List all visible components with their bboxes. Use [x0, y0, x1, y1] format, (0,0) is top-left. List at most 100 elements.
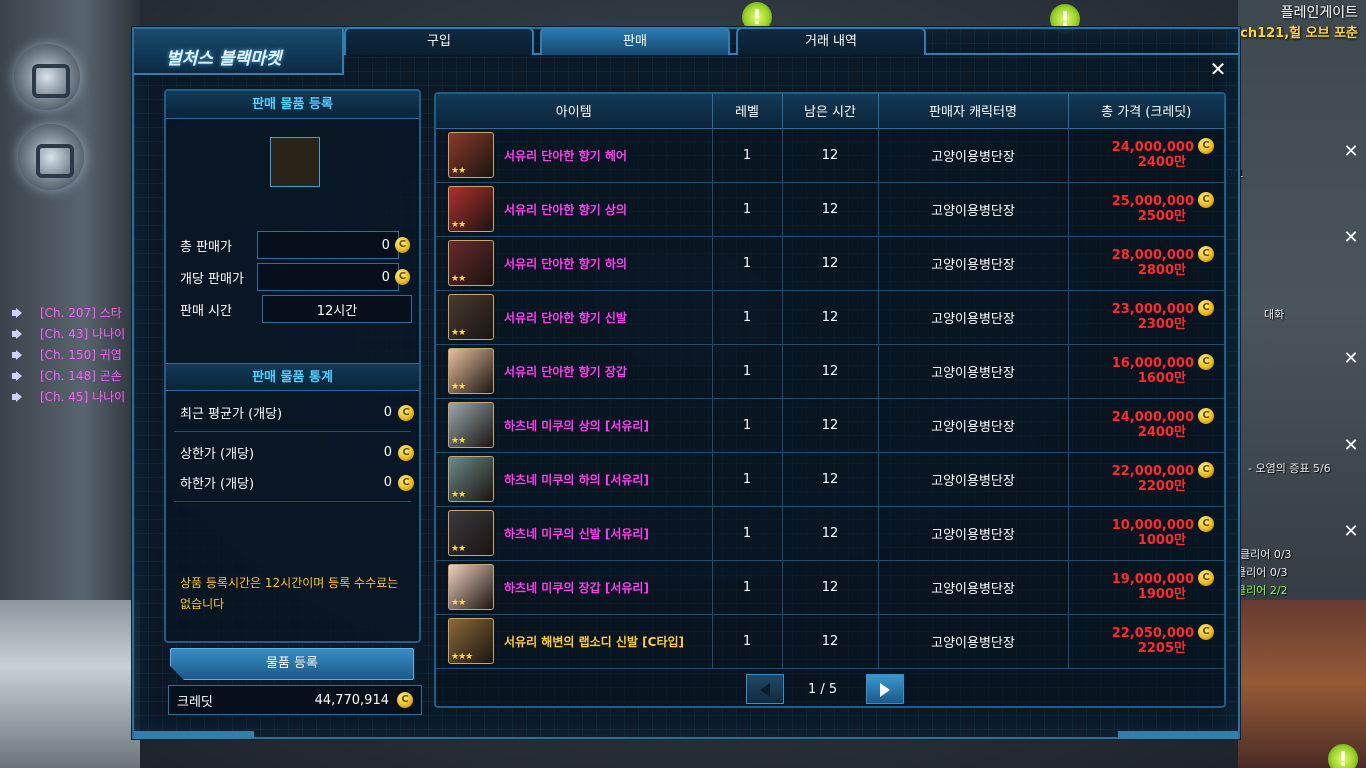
close-icon[interactable]: ✕	[1342, 437, 1360, 455]
close-icon[interactable]: ✕	[1342, 143, 1360, 161]
tab-sell[interactable]: 판매	[540, 27, 730, 55]
item-name[interactable]: 서유리 단아한 향기 하의	[504, 255, 627, 272]
sell-time-select[interactable]: 12시간	[262, 295, 412, 323]
background-orb	[14, 44, 80, 110]
grade-stars-icon: ★★	[451, 166, 466, 176]
table-row[interactable]: ★★ 서유리 단아한 향기 하의 1 12 고양이용병단장 28,000,000 2800만…	[436, 236, 1224, 291]
listing-grid: 아이템 레벨 남은 시간 판매자 캐릭터명 총 가격 (크레딧) ★★ 서유리 단…	[436, 94, 1224, 669]
sell-register-panel: 판매 물품 등록 총 판매가 0 C 개당 판매가 0 C 판매 시간 12시간…	[164, 89, 421, 643]
credit-coin-icon: C	[1198, 569, 1214, 586]
price-short: 2205만	[1137, 641, 1186, 656]
price-cell: 10,000,000 1000만 C	[1068, 506, 1224, 561]
col-header-price[interactable]: 총 가격 (크레딧)	[1068, 94, 1224, 129]
quest-exclamation-icon[interactable]: !	[1328, 744, 1358, 768]
time-cell: 12	[782, 560, 879, 615]
table-row[interactable]: ★★★ 서유리 해변의 랩소디 신발 [C타입] 1 12 고양이용병단장 22,050,…	[436, 614, 1224, 669]
recent-avg-value: 0	[383, 405, 392, 420]
col-header-item[interactable]: 아이템	[436, 94, 713, 129]
costume-item-icon[interactable]: ★★	[448, 294, 494, 340]
grade-stars-icon: ★★	[451, 382, 466, 392]
col-header-seller[interactable]: 판매자 캐릭터명	[878, 94, 1069, 129]
table-row[interactable]: ★★ 서유리 단아한 향기 상의 1 12 고양이용병단장 25,000,000 2500만…	[436, 182, 1224, 237]
price-short: 2500만	[1137, 209, 1186, 224]
costume-item-icon[interactable]: ★★	[448, 564, 494, 610]
window-title-bar[interactable]: 벌처스 블랙마켓	[134, 29, 344, 75]
server-name: 플레인게이트	[1280, 5, 1358, 21]
credit-coin-icon: C	[398, 444, 414, 461]
speaker-icon	[12, 370, 26, 381]
level-cell: 1	[712, 452, 783, 507]
costume-item-icon[interactable]: ★★	[448, 348, 494, 394]
stats-section: 판매 물품 통계	[166, 363, 419, 391]
prev-page-button[interactable]	[746, 674, 784, 704]
price-value: 22,000,000	[1111, 464, 1194, 479]
item-name[interactable]: 하츠네 미쿠의 신발 [서유리]	[504, 525, 649, 542]
close-icon[interactable]: ✕	[1342, 229, 1360, 247]
costume-item-icon[interactable]: ★★	[448, 456, 494, 502]
pagination: 1 / 5	[434, 669, 1226, 709]
item-name[interactable]: 하츠네 미쿠의 하의 [서유리]	[504, 471, 649, 488]
total-price-row: 총 판매가 0 C	[180, 231, 414, 259]
item-name[interactable]: 서유리 해변의 랩소디 신발 [C타입]	[504, 633, 684, 650]
time-cell: 12	[782, 398, 879, 453]
price-cell: 16,000,000 1600만 C	[1068, 344, 1224, 399]
time-cell: 12	[782, 614, 879, 669]
price-short: 2400만	[1137, 155, 1186, 170]
table-row[interactable]: ★★ 서유리 단아한 향기 헤어 1 12 고양이용병단장 24,000,000 2400만…	[436, 128, 1224, 183]
level-cell: 1	[712, 398, 783, 453]
item-name[interactable]: 서유리 단아한 향기 신발	[504, 309, 627, 326]
item-name[interactable]: 서유리 단아한 향기 상의	[504, 201, 627, 218]
channel-name: ch121,헐 오브 포춘	[1240, 26, 1358, 41]
tab-history[interactable]: 거래 내역	[736, 27, 926, 55]
register-item-button[interactable]: 물품 등록	[170, 648, 414, 680]
unit-price-input[interactable]: 0	[257, 263, 399, 291]
costume-item-icon[interactable]: ★★★	[448, 618, 494, 664]
col-header-level[interactable]: 레벨	[712, 94, 783, 129]
next-page-button[interactable]	[866, 674, 904, 704]
tab-bar: 구입 판매 거래 내역	[344, 27, 926, 55]
costume-item-icon[interactable]: ★★	[448, 402, 494, 448]
credit-coin-icon: C	[394, 269, 410, 285]
table-row[interactable]: ★★ 하츠네 미쿠의 신발 [서유리] 1 12 고양이용병단장 10,000,000 10…	[436, 506, 1224, 561]
unit-price-row: 개당 판매가 0 C	[180, 263, 414, 291]
tab-buy[interactable]: 구입	[344, 27, 534, 55]
costume-item-icon[interactable]: ★★	[448, 240, 494, 286]
credit-label: 크레딧	[177, 694, 213, 710]
grade-stars-icon: ★★	[451, 274, 466, 284]
costume-item-icon[interactable]: ★★	[448, 132, 494, 178]
level-cell: 1	[712, 614, 783, 669]
close-icon[interactable]: ✕	[1342, 523, 1360, 541]
costume-item-icon[interactable]: ★★	[448, 510, 494, 556]
table-row[interactable]: ★★ 하츠네 미쿠의 장갑 [서유리] 1 12 고양이용병단장 19,000,000 19…	[436, 560, 1224, 615]
table-row[interactable]: ★★ 하츠네 미쿠의 상의 [서유리] 1 12 고양이용병단장 24,000,000 24…	[436, 398, 1224, 453]
item-slot[interactable]	[270, 137, 320, 187]
price-value: 10,000,000	[1111, 518, 1194, 533]
table-row[interactable]: ★★ 서유리 단아한 향기 장갑 1 12 고양이용병단장 16,000,000 1600만…	[436, 344, 1224, 399]
item-name[interactable]: 하츠네 미쿠의 장갑 [서유리]	[504, 579, 649, 596]
close-icon[interactable]: ✕	[1208, 59, 1228, 79]
price-short: 1900만	[1137, 587, 1186, 602]
item-name[interactable]: 서유리 단아한 향기 헤어	[504, 147, 627, 164]
upper-price-label: 상한가 (개당)	[180, 447, 255, 462]
item-cell-inner: ★★ 서유리 단아한 향기 장갑	[436, 348, 712, 394]
chat-log: [Ch. 207] 스타 [Ch. 43] 나나이 [Ch. 150] 귀엽 […	[12, 302, 125, 407]
item-cell: ★★★ 서유리 해변의 랩소디 신발 [C타입]	[436, 614, 713, 669]
item-cell: ★★ 하츠네 미쿠의 하의 [서유리]	[436, 452, 713, 507]
grade-stars-icon: ★★	[451, 220, 466, 230]
table-row[interactable]: ★★ 하츠네 미쿠의 하의 [서유리] 1 12 고양이용병단장 22,000,000 22…	[436, 452, 1224, 507]
close-icon[interactable]: ✕	[1342, 350, 1360, 368]
grade-stars-icon: ★★	[451, 436, 466, 446]
item-name[interactable]: 하츠네 미쿠의 상의 [서유리]	[504, 417, 649, 434]
item-name[interactable]: 서유리 단아한 향기 장갑	[504, 363, 627, 380]
total-price-input[interactable]: 0	[257, 231, 399, 259]
price-value: 19,000,000	[1111, 572, 1194, 587]
price-cell: 23,000,000 2300만 C	[1068, 290, 1224, 345]
speaker-icon	[12, 328, 26, 339]
col-header-time[interactable]: 남은 시간	[782, 94, 879, 129]
quest-progress: 클리어 0/3	[1236, 566, 1288, 579]
item-cell: ★★ 하츠네 미쿠의 장갑 [서유리]	[436, 560, 713, 615]
item-cell: ★★ 서유리 단아한 향기 장갑	[436, 344, 713, 399]
costume-item-icon[interactable]: ★★	[448, 186, 494, 232]
table-row[interactable]: ★★ 서유리 단아한 향기 신발 1 12 고양이용병단장 23,000,000 2300만…	[436, 290, 1224, 345]
speaker-icon	[12, 391, 26, 402]
